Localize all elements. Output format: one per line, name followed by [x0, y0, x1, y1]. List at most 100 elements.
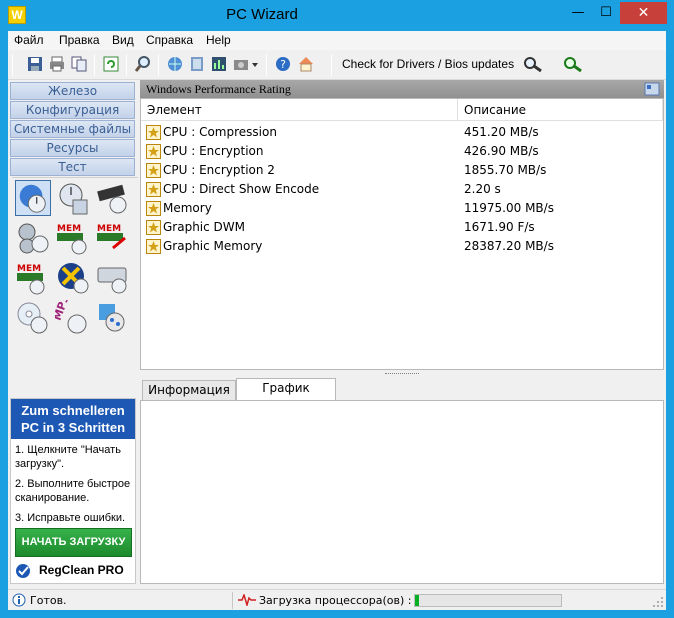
- toolbar-separator: [94, 54, 95, 76]
- menu-help[interactable]: Help: [206, 33, 231, 47]
- row-element-name: CPU : Encryption: [163, 144, 264, 158]
- ad-brand[interactable]: RegClean PRO: [15, 562, 133, 580]
- toolbar-separator: [12, 54, 13, 76]
- table-row[interactable]: CPU : Compression 451.20 MB/s: [141, 123, 663, 142]
- status-text: Готов.: [30, 594, 67, 607]
- row-element-value: 11975.00 MB/s: [464, 201, 554, 215]
- menu-view[interactable]: Вид: [112, 33, 134, 47]
- search-icon[interactable]: [134, 55, 152, 73]
- video-benchmark-icon[interactable]: [55, 260, 91, 296]
- row-element-name: CPU : Compression: [163, 125, 277, 139]
- tab-chart[interactable]: График: [236, 378, 336, 401]
- cpu-load-bar: [414, 594, 562, 607]
- hdd-benchmark-icon[interactable]: [95, 260, 131, 296]
- driver-update-link[interactable]: Check for Drivers / Bios updates: [342, 57, 514, 71]
- memory-write-icon[interactable]: MEM: [95, 220, 131, 256]
- report-icon[interactable]: [188, 55, 206, 73]
- row-element-value: 451.20 MB/s: [464, 125, 539, 139]
- ad-panel[interactable]: Zum schnelleren PC in 3 Schritten 1. Щел…: [10, 398, 136, 584]
- cdrom-benchmark-icon[interactable]: [15, 300, 51, 336]
- table-row[interactable]: Memory 11975.00 MB/s: [141, 199, 663, 218]
- mp3-benchmark-icon[interactable]: MP3: [55, 300, 91, 336]
- regclean-logo-icon: [16, 564, 30, 578]
- rating-star-icon: [146, 144, 161, 159]
- status-bar: Готов. Загрузка процессора(ов) : 3: [8, 589, 666, 610]
- network-icon[interactable]: [166, 55, 184, 73]
- menu-bar: Файл Правка Вид Справка Help: [8, 31, 666, 50]
- panel-header-icon: [644, 82, 660, 96]
- resize-grip-icon[interactable]: [652, 596, 664, 608]
- memory-benchmark-icon[interactable]: [95, 180, 131, 216]
- rating-star-icon: [146, 201, 161, 216]
- row-element-name: Graphic Memory: [163, 239, 263, 253]
- ad-brand-name: RegClean PRO: [39, 563, 124, 577]
- memory-read-icon[interactable]: MEM: [55, 220, 91, 256]
- toolbar: ? Check for Drivers / Bios updates: [8, 50, 666, 80]
- category-hardware[interactable]: Железо: [10, 82, 135, 100]
- column-header-description[interactable]: Описание: [458, 99, 663, 121]
- rating-star-icon: [146, 239, 161, 254]
- chart-area: [140, 400, 664, 584]
- table-row[interactable]: CPU : Encryption 2 1855.70 MB/s: [141, 161, 663, 180]
- table-row[interactable]: Graphic Memory 28387.20 MB/s: [141, 237, 663, 256]
- cpu-benchmark-icon[interactable]: [55, 180, 91, 216]
- menu-edit[interactable]: Правка: [59, 33, 100, 47]
- table-row[interactable]: Graphic DWM 1671.90 F/s: [141, 218, 663, 237]
- tab-information[interactable]: Информация: [142, 380, 236, 400]
- panel-splitter[interactable]: [140, 370, 664, 378]
- cpu-activity-icon: [238, 594, 256, 606]
- ad-headline: Zum schnelleren PC in 3 Schritten: [11, 399, 135, 439]
- row-element-value: 2.20 s: [464, 182, 501, 196]
- panel-title: Windows Performance Rating: [140, 80, 664, 98]
- column-header-element[interactable]: Элемент: [141, 99, 458, 121]
- toolbar-separator: [158, 54, 159, 76]
- menu-help-ru[interactable]: Справка: [146, 33, 193, 47]
- close-button[interactable]: ✕: [620, 2, 667, 24]
- svg-text:?: ?: [280, 58, 286, 71]
- maximize-button[interactable]: ☐: [592, 2, 620, 24]
- svg-text:MEM: MEM: [97, 224, 121, 234]
- sidebar: Железо Конфигурация Системные файлы Ресу…: [10, 82, 138, 390]
- toolbar-separator: [331, 54, 332, 76]
- home-icon[interactable]: [297, 55, 315, 73]
- bios-search-icon[interactable]: [561, 55, 585, 73]
- category-test[interactable]: Тест: [10, 158, 135, 176]
- ad-step: 2. Выполните быстрое сканирование.: [15, 478, 131, 504]
- category-resources[interactable]: Ресурсы: [10, 139, 135, 157]
- save-icon[interactable]: [26, 55, 44, 73]
- copy-icon[interactable]: [70, 55, 88, 73]
- title-bar[interactable]: W PC Wizard — ☐ ✕: [0, 0, 674, 31]
- app-window: W PC Wizard — ☐ ✕ Файл Правка Вид Справк…: [0, 0, 674, 618]
- refresh-icon[interactable]: [102, 55, 120, 73]
- toolbar-separator: [266, 54, 267, 76]
- toolbar-separator: [126, 54, 127, 76]
- client-area: Файл Правка Вид Справка Help ? Check for: [8, 31, 666, 610]
- row-element-value: 1855.70 MB/s: [464, 163, 547, 177]
- table-row[interactable]: CPU : Encryption 426.90 MB/s: [141, 142, 663, 161]
- memory-latency-icon[interactable]: MEM: [15, 260, 51, 296]
- performance-list: Элемент Описание CPU : Compression 451.20…: [140, 98, 664, 370]
- menu-file[interactable]: Файл: [14, 33, 44, 47]
- screenshot-icon[interactable]: [232, 55, 260, 73]
- svg-text:MEM: MEM: [57, 224, 81, 234]
- ad-step: 3. Исправьте ошибки.: [15, 512, 126, 524]
- driver-search-icon[interactable]: [521, 55, 545, 73]
- table-row[interactable]: CPU : Direct Show Encode 2.20 s: [141, 180, 663, 199]
- info-icon: [12, 593, 26, 607]
- minimize-button[interactable]: —: [564, 2, 592, 24]
- performance-rating-icon[interactable]: [15, 180, 51, 216]
- ad-steps: 1. Щелкните "Начать загрузку". 2. Выполн…: [15, 443, 133, 531]
- ad-download-button[interactable]: НАЧАТЬ ЗАГРУЗКУ: [15, 528, 132, 557]
- status-separator: [232, 592, 233, 609]
- category-configuration[interactable]: Конфигурация: [10, 101, 135, 119]
- splitter-grip[interactable]: [385, 373, 419, 375]
- row-element-value: 28387.20 MB/s: [464, 239, 554, 253]
- directx-benchmark-icon[interactable]: [95, 300, 131, 336]
- test-icon-grid: MEM MEM MEM MP3: [12, 177, 138, 387]
- benchmark-icon[interactable]: [210, 55, 228, 73]
- cpu-multithread-icon[interactable]: [15, 220, 51, 256]
- cpu-load-fill: [415, 595, 420, 606]
- print-icon[interactable]: [48, 55, 66, 73]
- help-icon[interactable]: ?: [274, 55, 292, 73]
- category-system-files[interactable]: Системные файлы: [10, 120, 135, 138]
